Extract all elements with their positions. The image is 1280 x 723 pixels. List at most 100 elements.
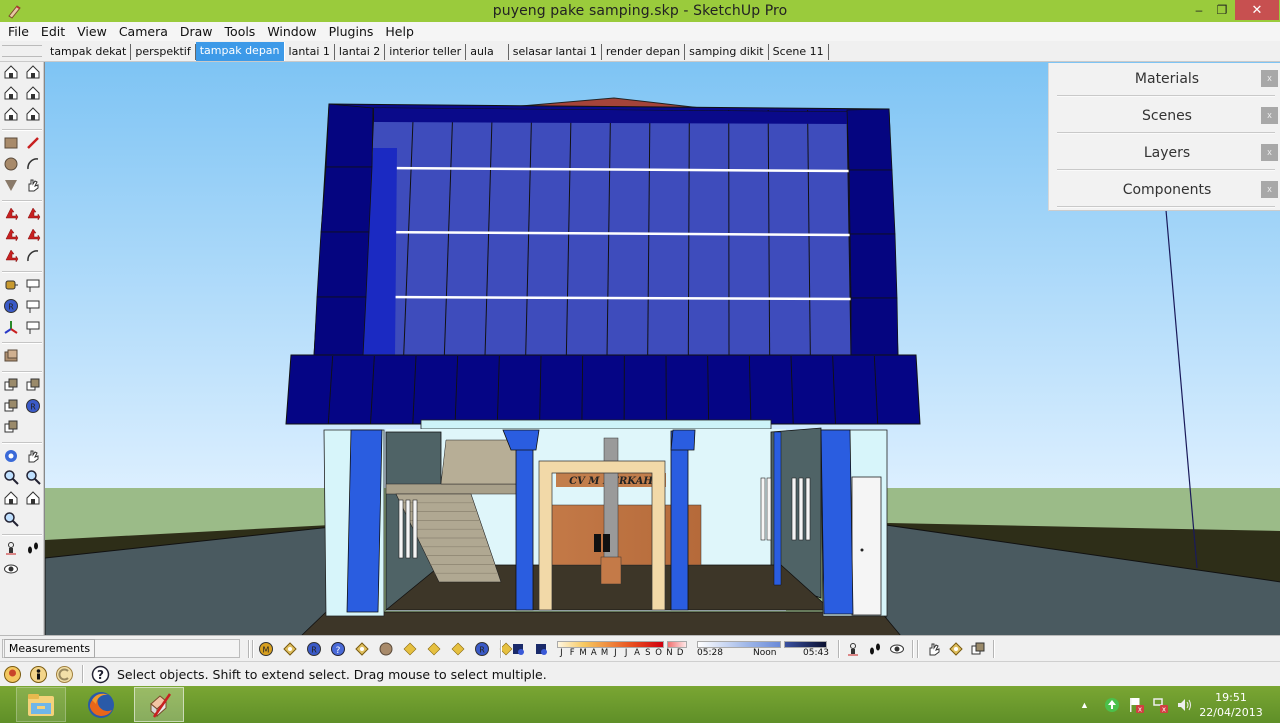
tray-panel-materials[interactable]: Materials x [1049,63,1280,100]
close-button[interactable]: ✕ [1235,0,1279,20]
offset-icon[interactable] [24,247,42,265]
next-view-icon[interactable] [24,489,42,507]
help-icon[interactable]: ? [329,640,347,658]
close-icon[interactable]: x [1261,181,1278,198]
tray-panel-layers[interactable]: Layers x [1049,137,1280,174]
section-plane-icon[interactable] [2,347,20,365]
left-view-icon[interactable] [24,105,42,123]
menu-plugins[interactable]: Plugins [323,24,380,39]
pencil-line-icon[interactable] [24,134,42,152]
look-around-icon[interactable] [888,640,906,658]
intersect-icon[interactable] [2,397,20,415]
look-around-icon[interactable] [2,560,20,578]
maximize-button[interactable]: ❐ [1208,0,1236,20]
dimension-icon[interactable] [24,276,42,294]
close-icon[interactable]: x [1261,107,1278,124]
close-icon[interactable]: x [1261,70,1278,87]
flag-icon[interactable] [425,640,443,658]
scene-tab-aula[interactable]: aula [466,44,509,60]
position-camera-icon[interactable] [844,640,862,658]
scene-tab-interior-teller[interactable]: interior teller [385,44,467,60]
r-icon[interactable]: R [305,640,323,658]
tray-panel-title[interactable]: Layers [1049,145,1280,161]
m-icon[interactable]: M [257,640,275,658]
volume-icon[interactable] [1175,696,1193,714]
toolbar-grip[interactable] [917,640,919,658]
freehand-icon[interactable] [24,176,42,194]
walk-icon[interactable] [866,640,884,658]
axes-icon[interactable] [2,318,20,336]
taskbar-file-explorer[interactable] [16,687,66,722]
sphere-icon[interactable] [377,640,395,658]
spot-icon[interactable] [449,640,467,658]
scene-tab-lantai-1[interactable]: lantai 1 [285,44,335,60]
scene-tab-tampak-dekat[interactable]: tampak dekat [46,44,132,60]
menu-window[interactable]: Window [261,24,322,39]
rotate-icon[interactable] [2,226,20,244]
toolbar-grip[interactable] [2,45,42,57]
follow-me-icon[interactable] [24,226,42,244]
trim-icon[interactable]: R [24,397,42,415]
back-view-icon[interactable] [2,105,20,123]
position-camera-icon[interactable] [2,539,20,557]
close-icon[interactable]: x [1261,144,1278,161]
menu-view[interactable]: View [71,24,113,39]
menu-edit[interactable]: Edit [35,24,71,39]
shadow-settings-icon[interactable] [509,640,527,658]
component-browse-icon[interactable] [969,640,987,658]
scene-tab-render-depan[interactable]: render depan [602,44,686,60]
split-icon[interactable] [2,418,20,436]
zoom-extents-icon[interactable] [2,510,20,528]
tray-panel-title[interactable]: Scenes [1049,108,1280,124]
menu-draw[interactable]: Draw [174,24,219,39]
orbit-icon[interactable] [2,447,20,465]
sign-in-icon[interactable] [55,665,74,684]
tape-measure-icon[interactable] [2,276,20,294]
protractor-icon[interactable]: R [2,297,20,315]
previous-view-icon[interactable] [2,489,20,507]
menu-camera[interactable]: Camera [113,24,174,39]
scene-tab-selasar-lantai-1[interactable]: selasar lantai 1 [509,44,602,60]
arc-icon[interactable] [24,155,42,173]
tray-panel-title[interactable]: Components [1049,182,1280,198]
help-icon[interactable]: ? [91,665,110,684]
menu-file[interactable]: File [6,24,35,39]
tray-panel-scenes[interactable]: Scenes x [1049,100,1280,137]
scene-tab-samping-dikit[interactable]: samping dikit [685,44,769,60]
lamp-icon[interactable] [401,640,419,658]
shadow-date-slider[interactable] [557,641,664,648]
scene-tab-scene-11[interactable]: Scene 11 [769,44,829,60]
scene-tab-lantai-2[interactable]: lantai 2 [335,44,386,60]
tray-panel-title[interactable]: Materials [1049,71,1280,87]
front-view-icon[interactable] [24,63,42,81]
menu-help[interactable]: Help [379,24,420,39]
tray-panel-components[interactable]: Components x [1049,174,1280,211]
circle-icon[interactable] [2,155,20,173]
move-icon[interactable] [2,205,20,223]
right-view-icon[interactable] [24,84,42,102]
union-icon[interactable] [2,376,20,394]
iso-view-icon[interactable] [2,63,20,81]
shadow-time-slider-end[interactable] [784,641,827,648]
show-hidden-icon[interactable]: ▲ [1080,700,1089,710]
geo-location-icon[interactable] [3,665,22,684]
shadow-date-slider-end[interactable] [667,641,687,648]
component-tag-icon[interactable] [947,640,965,658]
toolbar-grip[interactable] [252,640,254,658]
taskbar-firefox[interactable] [76,687,126,722]
sync-icon[interactable] [1103,696,1121,714]
scale-icon[interactable] [2,247,20,265]
walk-icon[interactable] [24,539,42,557]
measurements-input[interactable] [95,639,240,658]
taskbar-sketchup[interactable] [134,687,184,722]
top-view-icon[interactable] [2,84,20,102]
gem-icon[interactable]: R [473,640,491,658]
3d-text-icon[interactable] [24,318,42,336]
credits-icon[interactable] [29,665,48,684]
tag-icon[interactable] [281,640,299,658]
polygon-icon[interactable] [2,176,20,194]
pan-icon[interactable] [24,447,42,465]
display-shadows-icon[interactable] [532,640,550,658]
scene-tab-tampak-depan[interactable]: tampak depan [195,42,285,61]
network-icon[interactable]: x [1151,696,1169,714]
